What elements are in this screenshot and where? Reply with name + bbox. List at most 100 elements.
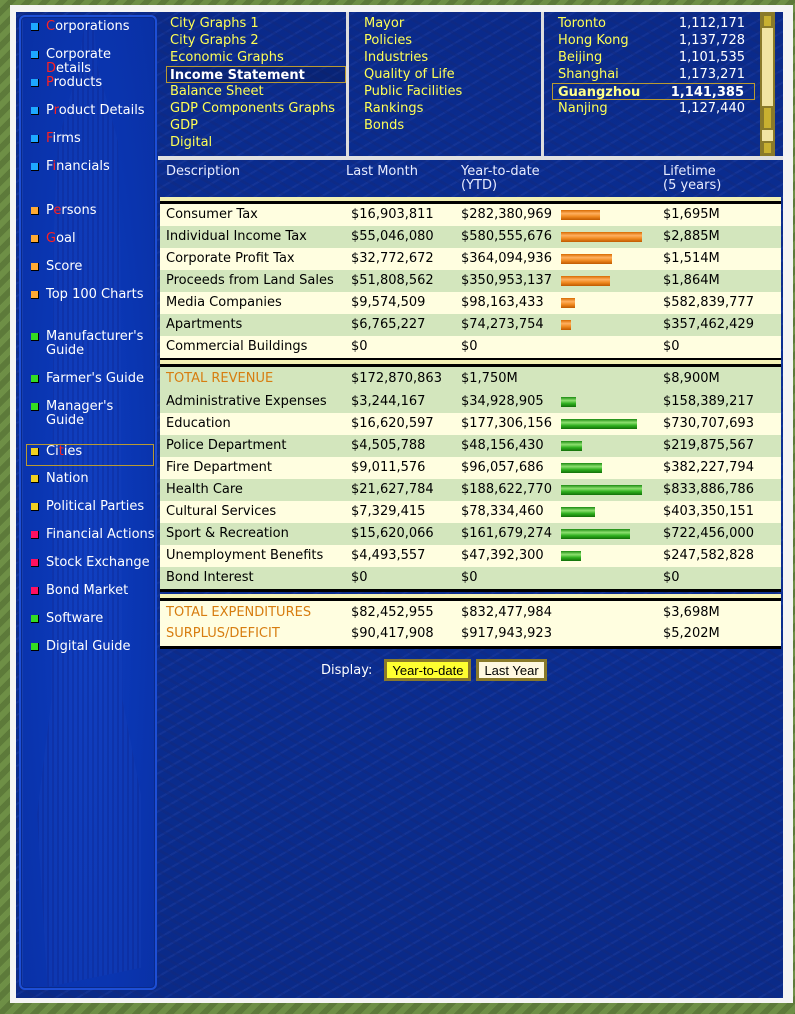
city-population: 1,137,728	[678, 33, 745, 48]
revenue-bar	[561, 320, 571, 330]
sidebar-item-label: Manufacturer's Guide	[46, 330, 143, 358]
sidebar-item[interactable]: Manager's Guide	[27, 400, 155, 428]
sidebar-item[interactable]: Corporations	[27, 20, 155, 42]
city-list-scrollbar[interactable]	[760, 12, 775, 157]
display-toggle: Display: Year-to-date Last Year	[321, 659, 552, 681]
sidebar-item[interactable]: Software	[27, 612, 155, 634]
table-row: Fire Department $9,011,576 $96,057,686 $382…	[160, 457, 781, 479]
city-info-menu-item[interactable]: Bonds	[362, 117, 542, 134]
row-lifetime: $357,462,429	[663, 317, 754, 332]
report-menu-item[interactable]: Income Statement	[166, 66, 346, 83]
city-info-menu-item[interactable]: Rankings	[362, 100, 542, 117]
row-lifetime: $2,885M	[663, 229, 720, 244]
label-text: Manager's Guide	[46, 399, 114, 428]
sidebar-item[interactable]: Stock Exchange	[27, 556, 155, 578]
row-description: TOTAL REVENUE	[166, 371, 274, 386]
sidebar-item-label: Persons	[46, 204, 96, 218]
revenue-bar	[561, 254, 612, 264]
sidebar-item[interactable]: Corporate Details	[27, 47, 155, 76]
sidebar-item-label: Score	[46, 260, 82, 274]
row-description: SURPLUS/DEFICIT	[166, 626, 280, 641]
row-ytd: $188,622,770	[461, 482, 552, 497]
sidebar-item[interactable]: Political Parties	[27, 500, 155, 522]
row-ytd: $282,380,969	[461, 207, 552, 222]
row-lifetime: $0	[663, 570, 680, 585]
sidebar-item[interactable]: Nation	[27, 472, 155, 494]
scroll-up-button[interactable]	[762, 14, 773, 28]
row-description: Media Companies	[166, 295, 282, 310]
city-row[interactable]: Toronto 1,112,171	[550, 15, 755, 32]
row-description: Education	[166, 416, 231, 431]
row-ytd: $78,334,460	[461, 504, 544, 519]
table-row: Unemployment Benefits $4,493,557 $47,392,3…	[160, 545, 781, 567]
report-menu-item[interactable]: City Graphs 1	[168, 15, 346, 32]
city-info-menu-item[interactable]: Public Facilities	[362, 83, 542, 100]
sidebar-item-label: Cities	[46, 445, 82, 459]
sidebar-item-label: Firms	[46, 132, 81, 146]
city-row[interactable]: Beijing 1,101,535	[550, 49, 755, 66]
sidebar-item-label: Corporations	[46, 20, 130, 34]
sidebar-item[interactable]: Farmer's Guide	[27, 372, 155, 394]
bullet-icon	[31, 643, 39, 651]
report-menu-item[interactable]: Digital	[168, 134, 346, 151]
sidebar-item-label: Software	[46, 612, 103, 626]
report-menu-item[interactable]: Economic Graphs	[168, 49, 346, 66]
sidebar-item-label: Product Details	[46, 104, 145, 118]
report-menu-item[interactable]: GDP	[168, 117, 346, 134]
year-to-date-button[interactable]: Year-to-date	[384, 659, 472, 681]
row-last-month: $16,903,811	[351, 207, 434, 222]
city-info-menu-item[interactable]: Quality of Life	[362, 66, 542, 83]
sidebar-item[interactable]: Persons	[27, 204, 155, 226]
sidebar-item[interactable]: Score	[27, 260, 155, 282]
label-text: Manufacturer's	[46, 329, 144, 344]
row-lifetime: $722,456,000	[663, 526, 754, 541]
city-info-menu-item[interactable]: Policies	[362, 32, 542, 49]
sidebar-item[interactable]: Products	[27, 76, 155, 98]
row-ytd: $580,555,676	[461, 229, 552, 244]
sidebar-item[interactable]: Top 100 Charts	[27, 288, 155, 310]
row-description: Corporate Profit Tax	[166, 251, 295, 266]
label-text: Score	[46, 259, 83, 274]
label-text: oduct Details	[58, 103, 145, 118]
sidebar-item[interactable]: Product Details	[27, 104, 155, 126]
city-row[interactable]: Nanjing 1,127,440	[550, 100, 755, 117]
row-description: Unemployment Benefits	[166, 548, 324, 563]
sidebar-item[interactable]: Cities	[26, 444, 154, 466]
city-info-menu-item[interactable]: Industries	[362, 49, 542, 66]
row-lifetime: $582,839,777	[663, 295, 754, 310]
sidebar-item-label: Bond Market	[46, 584, 128, 598]
bullet-icon	[31, 291, 39, 299]
report-menu-item[interactable]: City Graphs 2	[168, 32, 346, 49]
sidebar-item[interactable]: Manufacturer's Guide	[27, 330, 155, 360]
sidebar-item[interactable]: Firms	[27, 132, 155, 154]
city-row[interactable]: Shanghai 1,173,271	[550, 66, 755, 83]
row-last-month: $4,505,788	[351, 438, 426, 453]
report-menu-item[interactable]: Balance Sheet	[168, 83, 346, 100]
city-row[interactable]: Hong Kong 1,137,728	[550, 32, 755, 49]
label-text: Corporate	[46, 47, 111, 62]
sidebar-item[interactable]: Digital Guide	[27, 640, 155, 662]
expense-bar	[561, 529, 630, 539]
sidebar-item[interactable]: Financial Actions	[27, 528, 155, 550]
city-population: 1,141,385	[670, 85, 744, 100]
report-menu-item[interactable]: GDP Components Graphs	[168, 100, 346, 117]
sidebar-item-label: Financial Actions	[46, 528, 155, 542]
expense-bar	[561, 485, 642, 495]
city-info-menu-item[interactable]: Mayor	[362, 15, 542, 32]
label-text: Guide	[46, 343, 85, 358]
row-lifetime: $730,707,693	[663, 416, 754, 431]
sidebar-item[interactable]: Financials	[27, 160, 155, 182]
sidebar-item[interactable]: Goal	[27, 232, 155, 254]
revenue-section: Consumer Tax $16,903,811 $282,380,969 $1,69…	[160, 197, 781, 361]
scroll-down-button[interactable]	[762, 141, 773, 155]
sidebar-item[interactable]: Bond Market	[27, 584, 155, 606]
row-description: Health Care	[166, 482, 243, 497]
row-description: Cultural Services	[166, 504, 277, 519]
scroll-thumb[interactable]	[762, 106, 773, 130]
hotkey-letter: P	[46, 75, 54, 90]
row-lifetime: $382,227,794	[663, 460, 754, 475]
sidebar-item-label: Financials	[46, 160, 110, 174]
last-year-button[interactable]: Last Year	[476, 659, 547, 681]
row-ytd: $74,273,754	[461, 317, 544, 332]
city-row[interactable]: Guangzhou 1,141,385	[552, 83, 755, 100]
